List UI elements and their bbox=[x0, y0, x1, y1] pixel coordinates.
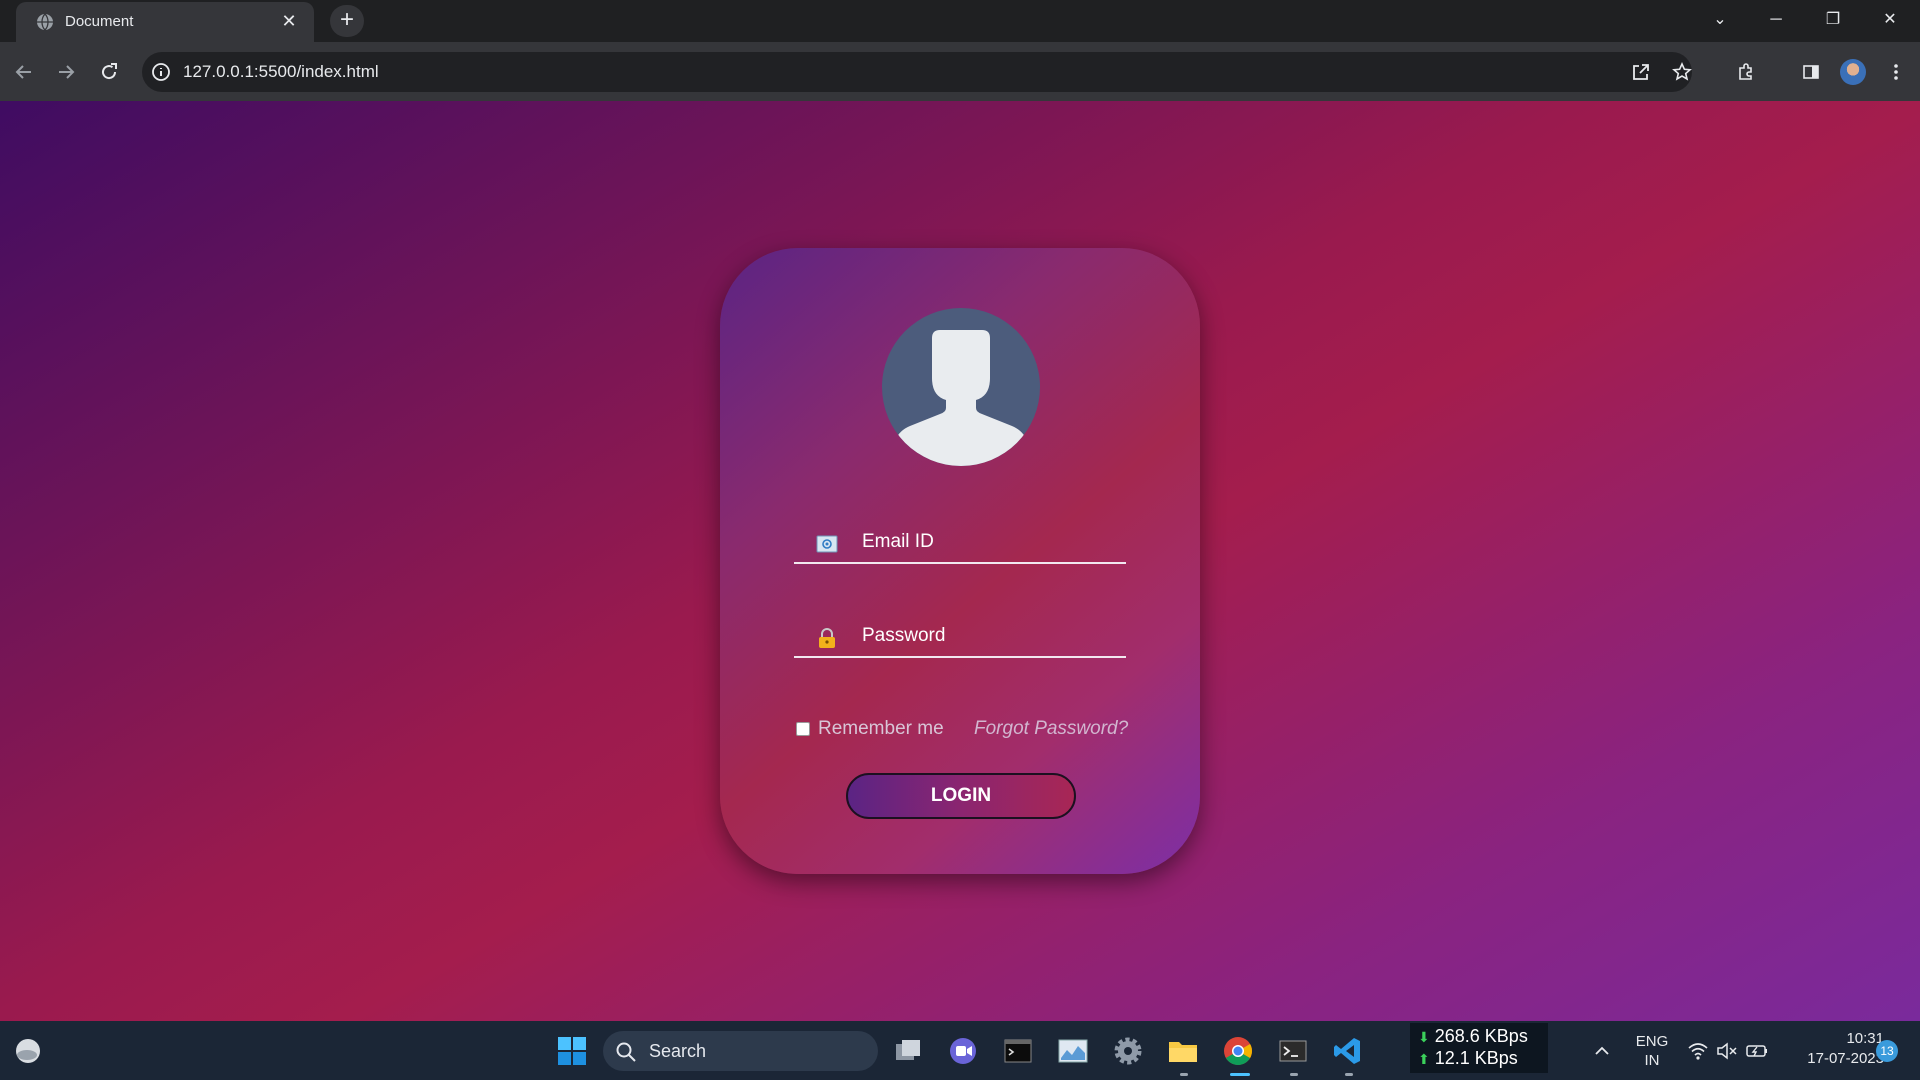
share-button[interactable] bbox=[1625, 56, 1657, 88]
clock-time: 10:31 bbox=[1846, 1030, 1884, 1047]
browser-toolbar: 127.0.0.1:5500/index.html bbox=[0, 42, 1920, 101]
forgot-password-link[interactable]: Forgot Password? bbox=[974, 718, 1128, 740]
system-clock[interactable]: 10:31 17-07-2023 bbox=[1784, 1029, 1884, 1069]
email-icon bbox=[816, 535, 838, 553]
remember-label[interactable]: Remember me bbox=[818, 718, 944, 740]
upload-speed: 12.1 KBps bbox=[1434, 1048, 1518, 1068]
teams-icon[interactable] bbox=[943, 1031, 983, 1071]
language-indicator[interactable]: ENG IN bbox=[1628, 1032, 1676, 1070]
side-panel-button[interactable] bbox=[1795, 56, 1827, 88]
info-icon[interactable] bbox=[150, 61, 172, 83]
chrome-icon[interactable] bbox=[1218, 1031, 1258, 1071]
arrow-left-icon bbox=[15, 65, 31, 79]
page-background: Email ID Password Remember me Forgot Pas… bbox=[0, 101, 1920, 1021]
kebab-menu-icon bbox=[1894, 64, 1898, 80]
remember-checkbox[interactable] bbox=[796, 722, 810, 736]
taskbar-search[interactable]: Search bbox=[603, 1031, 878, 1071]
chevron-up-icon[interactable] bbox=[1582, 1031, 1622, 1071]
running-indicator bbox=[1180, 1073, 1188, 1076]
side-panel-icon bbox=[1803, 65, 1819, 79]
running-indicator bbox=[1345, 1073, 1353, 1076]
login-card: Email ID Password Remember me Forgot Pas… bbox=[720, 248, 1200, 874]
clock-date: 17-07-2023 bbox=[1807, 1050, 1884, 1067]
star-icon bbox=[1672, 62, 1692, 81]
address-bar[interactable]: 127.0.0.1:5500/index.html bbox=[142, 52, 1692, 92]
reload-button[interactable] bbox=[93, 56, 125, 88]
bookmark-button[interactable] bbox=[1666, 56, 1698, 88]
search-icon bbox=[616, 1042, 636, 1062]
close-tab-icon[interactable]: ✕ bbox=[278, 10, 300, 32]
region-code: IN bbox=[1644, 1052, 1660, 1069]
restore-button[interactable]: ❐ bbox=[1813, 6, 1853, 34]
puzzle-icon bbox=[1739, 63, 1752, 80]
settings-icon[interactable] bbox=[1108, 1031, 1148, 1071]
password-field[interactable]: Password bbox=[794, 618, 1126, 658]
active-indicator bbox=[1230, 1073, 1250, 1076]
terminal-icon[interactable] bbox=[998, 1031, 1038, 1071]
remember-me[interactable]: Remember me bbox=[796, 718, 944, 740]
globe-icon bbox=[37, 13, 53, 31]
profile-avatar[interactable] bbox=[1840, 59, 1866, 85]
new-tab-button[interactable]: + bbox=[330, 5, 364, 37]
download-arrow-icon: ⬇ bbox=[1418, 1029, 1430, 1045]
taskbar: Search ⬇ 268.6 KBps ⬆ 12.1 KBps ENG IN 1… bbox=[0, 1021, 1920, 1080]
url-text[interactable]: 127.0.0.1:5500/index.html bbox=[183, 62, 379, 82]
menu-button[interactable] bbox=[1880, 56, 1912, 88]
task-view-icon[interactable] bbox=[888, 1031, 928, 1071]
email-field[interactable]: Email ID bbox=[794, 524, 1126, 564]
weather-icon[interactable] bbox=[8, 1031, 48, 1071]
network-speed-widget: ⬇ 268.6 KBps ⬆ 12.1 KBps bbox=[1410, 1023, 1548, 1073]
notification-badge[interactable]: 13 bbox=[1876, 1040, 1898, 1062]
tab-search-icon[interactable]: ⌄ bbox=[1700, 6, 1740, 34]
language-code: ENG bbox=[1635, 1033, 1669, 1050]
forward-button[interactable] bbox=[50, 56, 82, 88]
start-button[interactable] bbox=[552, 1031, 592, 1071]
windows-logo-icon bbox=[558, 1037, 586, 1065]
running-indicator bbox=[1290, 1073, 1298, 1076]
user-silhouette-icon bbox=[882, 308, 1040, 466]
console-icon[interactable] bbox=[1273, 1031, 1313, 1071]
share-icon bbox=[1633, 64, 1649, 80]
vscode-icon[interactable] bbox=[1328, 1031, 1368, 1071]
file-explorer-icon[interactable] bbox=[1163, 1031, 1203, 1071]
reload-icon bbox=[102, 63, 117, 80]
search-label: Search bbox=[649, 1041, 707, 1061]
close-window-button[interactable]: ✕ bbox=[1870, 6, 1910, 34]
password-placeholder: Password bbox=[862, 625, 946, 646]
minimize-button[interactable]: ─ bbox=[1756, 6, 1796, 34]
tab-title: Document bbox=[65, 13, 134, 30]
extensions-button[interactable] bbox=[1730, 56, 1762, 88]
tab-strip: Document ✕ + ⌄ ─ ❐ ✕ bbox=[0, 0, 1920, 42]
battery-icon[interactable] bbox=[1737, 1031, 1777, 1071]
upload-arrow-icon: ⬆ bbox=[1418, 1051, 1430, 1067]
browser-tab[interactable]: Document ✕ bbox=[16, 2, 314, 42]
download-speed: 268.6 KBps bbox=[1434, 1026, 1528, 1046]
email-placeholder: Email ID bbox=[862, 531, 934, 552]
lock-icon bbox=[819, 628, 835, 648]
arrow-right-icon bbox=[59, 65, 75, 79]
login-button[interactable]: LOGIN bbox=[846, 773, 1076, 819]
back-button[interactable] bbox=[8, 56, 40, 88]
resource-monitor-icon[interactable] bbox=[1053, 1031, 1093, 1071]
